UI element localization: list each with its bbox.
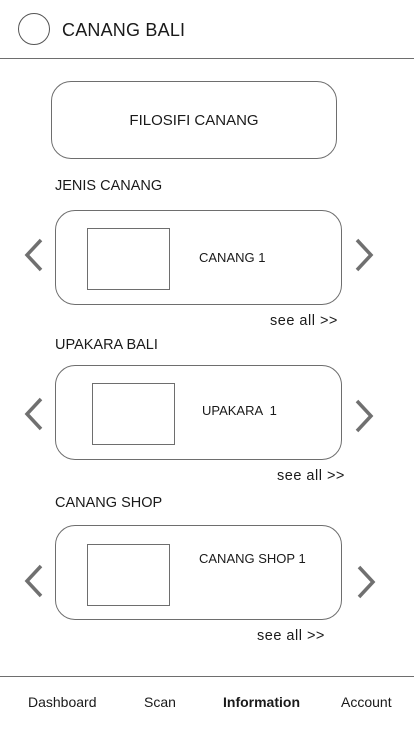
chevron-right-icon[interactable] bbox=[352, 398, 376, 434]
chevron-left-icon[interactable] bbox=[22, 396, 46, 432]
chevron-left-icon[interactable] bbox=[22, 237, 46, 273]
card-label: CANANG SHOP 1 bbox=[199, 551, 306, 566]
card-label: UPAKARA 1 bbox=[202, 403, 277, 418]
chevron-right-icon[interactable] bbox=[352, 237, 376, 273]
see-all-link-upakara-bali[interactable]: see all >> bbox=[277, 468, 345, 484]
card-thumbnail bbox=[87, 228, 170, 290]
filosofi-canang-button[interactable]: FILOSIFI CANANG bbox=[51, 81, 337, 159]
carousel-card-upakara-bali[interactable]: UPAKARA 1 bbox=[55, 365, 342, 460]
app-title: CANANG BALI bbox=[62, 20, 186, 40]
section-title-jenis-canang: JENIS CANANG bbox=[55, 178, 163, 194]
nav-dashboard[interactable]: Dashboard bbox=[28, 694, 97, 710]
filosofi-canang-label: FILOSIFI CANANG bbox=[129, 111, 259, 129]
carousel-card-jenis-canang[interactable]: CANANG 1 bbox=[55, 210, 342, 305]
card-label: CANANG 1 bbox=[199, 250, 266, 265]
section-title-canang-shop: CANANG SHOP bbox=[55, 495, 163, 511]
chevron-left-icon[interactable] bbox=[22, 563, 46, 599]
card-thumbnail bbox=[87, 544, 170, 606]
nav-account[interactable]: Account bbox=[341, 694, 392, 710]
nav-information[interactable]: Information bbox=[223, 694, 300, 710]
nav-scan[interactable]: Scan bbox=[144, 694, 176, 710]
app-header: CANANG BALI bbox=[0, 0, 414, 59]
section-title-upakara-bali: UPAKARA BALI bbox=[55, 337, 158, 353]
see-all-link-canang-shop[interactable]: see all >> bbox=[257, 628, 325, 644]
carousel-card-canang-shop[interactable]: CANANG SHOP 1 bbox=[55, 525, 342, 620]
circle-logo-icon[interactable] bbox=[18, 13, 50, 45]
bottom-navigation: Dashboard Scan Information Account bbox=[0, 676, 414, 737]
card-thumbnail bbox=[92, 383, 175, 445]
see-all-link-jenis-canang[interactable]: see all >> bbox=[270, 313, 338, 329]
chevron-right-icon[interactable] bbox=[354, 564, 378, 600]
